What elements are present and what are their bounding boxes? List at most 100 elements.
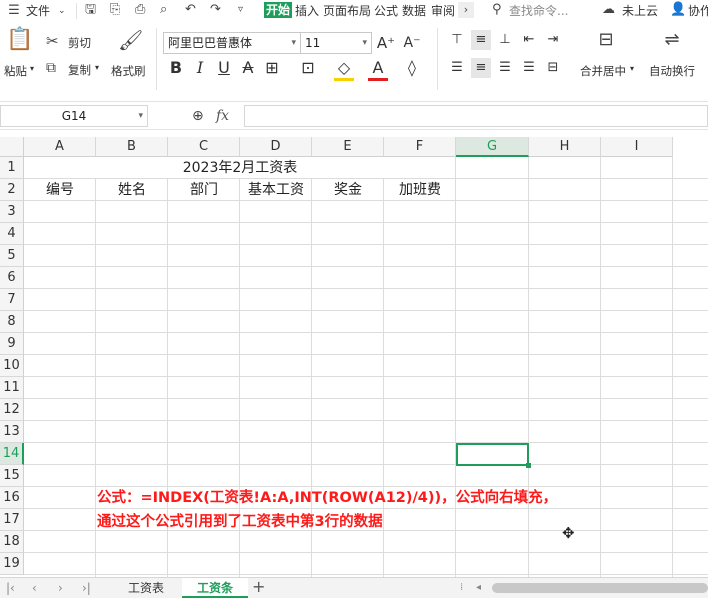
export-pdf-icon[interactable]: ⎘ (110, 2, 120, 18)
merge-center-button[interactable]: 合并居中 (580, 63, 626, 79)
row-header-14[interactable]: 14 (0, 443, 24, 465)
increase-font-icon[interactable]: A⁺ (376, 33, 396, 53)
tab-review[interactable]: 审阅 (431, 3, 455, 19)
column-header-f[interactable]: F (384, 137, 456, 157)
column-header-b[interactable]: B (96, 137, 168, 157)
name-box[interactable]: G14 ▾ (0, 105, 148, 127)
row-header-8[interactable]: 8 (0, 311, 24, 333)
align-right-icon[interactable]: ☰ (495, 58, 515, 78)
column-header-g[interactable]: G (456, 137, 529, 157)
menu-icon[interactable]: ☰ (6, 3, 22, 19)
fx-icon[interactable]: fx (216, 108, 229, 124)
split-handle-icon[interactable]: ⁞ (460, 580, 463, 596)
tab-insert[interactable]: 插入 (295, 3, 319, 19)
fill-color-icon[interactable]: ◇ (334, 58, 354, 81)
row-header-13[interactable]: 13 (0, 421, 24, 443)
fill-handle[interactable] (526, 463, 531, 468)
cut-button[interactable]: 剪切 (68, 35, 91, 51)
more-icon[interactable]: ▿ (238, 2, 243, 18)
align-middle-icon[interactable]: ≡ (471, 30, 491, 50)
font-name-select[interactable]: 阿里巴巴普惠体 ▾ (163, 32, 301, 54)
outdent-icon[interactable]: ⇤ (519, 30, 539, 50)
align-top-icon[interactable]: ⊤ (447, 30, 467, 50)
row-header-17[interactable]: 17 (0, 509, 24, 531)
search-input[interactable]: 查找命令... (509, 3, 568, 19)
italic-icon[interactable]: I (190, 58, 210, 78)
column-header-i[interactable]: I (601, 137, 673, 157)
align-center-icon[interactable]: ≡ (471, 58, 491, 78)
cloud-status[interactable]: 未上云 (622, 3, 658, 19)
indent-icon[interactable]: ⇥ (543, 30, 563, 50)
copy-button[interactable]: 复制 (68, 62, 91, 78)
save-icon[interactable]: 🖫 (85, 2, 96, 18)
row-header-12[interactable]: 12 (0, 399, 24, 421)
select-all-corner[interactable] (0, 137, 24, 157)
underline-icon[interactable]: U (214, 58, 234, 78)
tab-page-layout[interactable]: 页面布局 (323, 3, 371, 19)
column-header-d[interactable]: D (240, 137, 312, 157)
selected-cell-g14[interactable] (456, 443, 529, 466)
last-sheet-icon[interactable]: ›| (82, 580, 91, 596)
row-header-9[interactable]: 9 (0, 333, 24, 355)
first-sheet-icon[interactable]: |‹ (6, 580, 15, 596)
paintbrush-icon[interactable]: 🖌 (118, 30, 143, 50)
chevron-down-icon[interactable]: ▾ (30, 64, 34, 73)
header-cell-c2[interactable]: 部门 (168, 179, 240, 201)
print-preview-icon[interactable]: ⌕ (160, 2, 167, 18)
collab-button[interactable]: 协作 (688, 3, 708, 19)
column-header-h[interactable]: H (529, 137, 601, 157)
merge-cells-icon[interactable]: ⊟ (594, 31, 618, 49)
border-icon[interactable]: ⊞ (262, 58, 282, 78)
print-icon[interactable]: ⎙ (135, 2, 145, 18)
column-header-a[interactable]: A (24, 137, 96, 157)
row-header-10[interactable]: 10 (0, 355, 24, 377)
distributed-icon[interactable]: ⊟ (543, 58, 563, 78)
undo-icon[interactable]: ↶ (185, 2, 196, 18)
scroll-left-icon[interactable]: ◂ (476, 580, 481, 596)
file-menu[interactable]: 文件 (26, 3, 50, 19)
fill-pattern-icon[interactable]: ⊡ (298, 58, 318, 78)
sheet-tab-payslip[interactable]: 工资条 (182, 578, 248, 598)
header-cell-a2[interactable]: 编号 (24, 179, 96, 201)
row-header-6[interactable]: 6 (0, 267, 24, 289)
font-size-select[interactable]: 11 ▾ (300, 32, 372, 54)
align-left-icon[interactable]: ☰ (447, 58, 467, 78)
header-cell-f2[interactable]: 加班费 (384, 179, 456, 201)
clear-format-icon[interactable]: ◊ (402, 58, 422, 78)
redo-icon[interactable]: ↷ (210, 2, 221, 18)
sheet-tab-salary[interactable]: 工资表 (112, 578, 180, 598)
row-header-7[interactable]: 7 (0, 289, 24, 311)
paste-button[interactable]: 粘贴 (4, 63, 27, 79)
tab-home[interactable]: 开始 (264, 2, 293, 18)
decrease-font-icon[interactable]: A⁻ (402, 33, 422, 53)
header-cell-b2[interactable]: 姓名 (96, 179, 168, 201)
font-color-icon[interactable]: A (368, 58, 388, 81)
column-header-e[interactable]: E (312, 137, 384, 157)
wrap-text-button[interactable]: 自动换行 (649, 63, 695, 79)
formula-input[interactable] (244, 105, 708, 127)
row-header-4[interactable]: 4 (0, 223, 24, 245)
row-header-11[interactable]: 11 (0, 377, 24, 399)
header-cell-e2[interactable]: 奖金 (312, 179, 384, 201)
add-sheet-icon[interactable]: + (252, 579, 265, 595)
chevron-down-icon[interactable]: ▾ (95, 63, 99, 72)
format-painter-button[interactable]: 格式刷 (111, 63, 146, 79)
chevron-down-icon[interactable]: ▾ (630, 64, 634, 73)
sheet-title-cell[interactable]: 2023年2月工资表 (24, 157, 456, 179)
column-header-c[interactable]: C (168, 137, 240, 157)
align-bottom-icon[interactable]: ⊥ (495, 30, 515, 50)
chevron-right-icon[interactable]: › (458, 2, 474, 18)
horizontal-scrollbar[interactable] (492, 583, 708, 593)
tab-formula[interactable]: 公式 (374, 3, 398, 19)
bold-icon[interactable]: B (166, 58, 186, 78)
header-cell-d2[interactable]: 基本工资 (240, 179, 312, 201)
zoom-icon[interactable]: ⊕ (192, 108, 204, 124)
row-header-2[interactable]: 2 (0, 179, 24, 201)
next-sheet-icon[interactable]: › (58, 580, 63, 596)
prev-sheet-icon[interactable]: ‹ (32, 580, 37, 596)
row-header-16[interactable]: 16 (0, 487, 24, 509)
justify-icon[interactable]: ☰ (519, 58, 539, 78)
tab-data[interactable]: 数据 (402, 3, 426, 19)
wrap-text-icon[interactable]: ⇌ (660, 31, 684, 49)
chevron-down-icon[interactable]: ⌄ (58, 3, 66, 19)
